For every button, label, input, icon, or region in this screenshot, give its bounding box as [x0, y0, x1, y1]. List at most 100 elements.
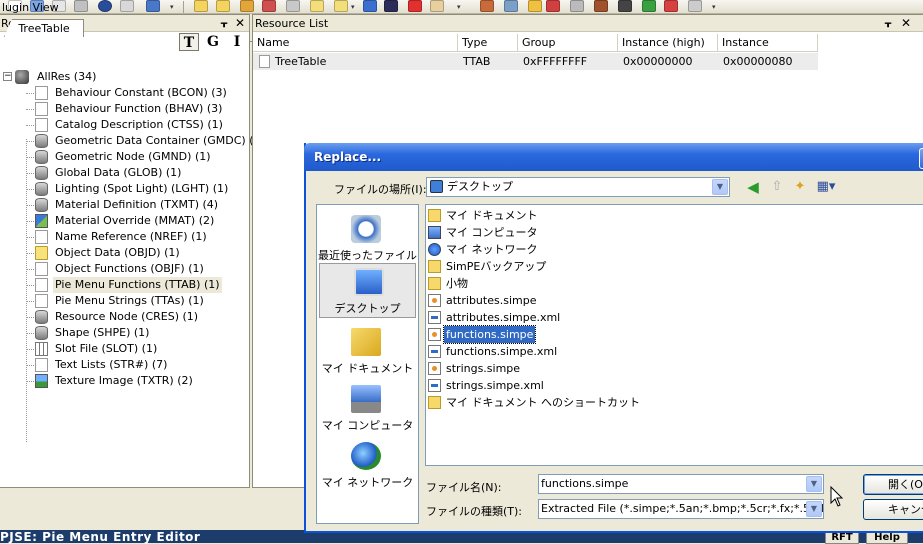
file-item[interactable]: マイ ドキュメント へのショートカット: [428, 394, 658, 411]
tree-item[interactable]: Slot File (SLOT) (1): [0, 341, 244, 357]
tree-item[interactable]: Texture Image (TXTR) (2): [0, 373, 244, 389]
cancel-button[interactable]: キャンセル: [863, 499, 923, 520]
binoculars-icon[interactable]: [120, 0, 134, 12]
views-menu-icon[interactable]: ▦▾: [814, 179, 838, 195]
pin-icon[interactable]: ᚁ: [217, 15, 231, 32]
close-icon[interactable]: ✕: [233, 15, 247, 32]
tree-item[interactable]: Geometric Node (GMND) (1): [0, 149, 244, 165]
chest-icon[interactable]: [594, 0, 608, 12]
export-icon[interactable]: [286, 0, 300, 12]
cloud-icon[interactable]: [688, 0, 702, 12]
open-button[interactable]: 開く(O): [863, 474, 923, 495]
tgi-button-g[interactable]: G: [203, 33, 223, 51]
scan-icon[interactable]: [504, 0, 518, 12]
flag-icon[interactable]: [546, 0, 560, 12]
file-item[interactable]: strings.simpe.xml: [428, 377, 658, 394]
pin-icon[interactable]: ᚁ: [881, 15, 895, 32]
filename-input[interactable]: functions.simpe ▼: [538, 474, 824, 494]
tree-item[interactable]: Pie Menu Strings (TTAs) (1): [0, 293, 244, 309]
close-icon[interactable]: ✕: [899, 15, 913, 32]
link-icon[interactable]: [363, 0, 377, 12]
tree-item[interactable]: Text Lists (STR#) (7): [0, 357, 244, 373]
package-icon[interactable]: [480, 0, 494, 12]
chevron-down-icon[interactable]: ▼: [712, 179, 728, 195]
collapse-icon[interactable]: −: [3, 72, 12, 81]
plugin-tab-treetable[interactable]: TreeTable: [4, 19, 84, 37]
tools-icon[interactable]: [570, 0, 584, 12]
back-icon[interactable]: ◀: [744, 179, 762, 195]
tree-item[interactable]: Behaviour Constant (BCON) (3): [0, 85, 244, 101]
up-folder-icon[interactable]: ⇧: [768, 179, 786, 195]
hat-icon[interactable]: [384, 0, 398, 12]
column-header-instance-high[interactable]: Instance (high): [618, 34, 718, 52]
file-item[interactable]: マイ ドキュメント: [428, 207, 658, 224]
folder-open-icon[interactable]: [194, 0, 208, 12]
file-item[interactable]: attributes.simpe.xml: [428, 309, 658, 326]
column-header-instance[interactable]: Instance: [718, 34, 818, 52]
toolbar-overflow-chevron[interactable]: ▾: [351, 3, 358, 12]
file-item[interactable]: functions.simpe: [428, 325, 658, 344]
tree-item[interactable]: Lighting (Spot Light) (LGHT) (1): [0, 181, 244, 197]
tree-item[interactable]: Resource Node (CRES) (1): [0, 309, 244, 325]
column-header-name[interactable]: Name: [253, 34, 458, 52]
tree-item[interactable]: Material Override (MMAT) (2): [0, 213, 244, 229]
tree-item[interactable]: Geometric Data Container (GMDC) (1): [0, 133, 265, 149]
camera-icon[interactable]: [618, 0, 632, 12]
tree-guide-line: [26, 221, 34, 222]
file-item[interactable]: 小物: [428, 275, 658, 292]
tree-item[interactable]: Material Definition (TXMT) (4): [0, 197, 244, 213]
folder-icon: [428, 209, 441, 222]
tree-item[interactable]: Behaviour Function (BHAV) (3): [0, 101, 244, 117]
look-in-combo[interactable]: デスクトップ ▼: [426, 177, 730, 197]
dialog-titlebar[interactable]: Replace... ?: [304, 143, 923, 171]
file-item[interactable]: functions.simpe.xml: [428, 343, 658, 360]
toolbar-overflow-chevron[interactable]: ▾: [170, 3, 177, 12]
tgi-button-t[interactable]: T: [179, 33, 199, 51]
tree-item[interactable]: Object Data (OBJD) (1): [0, 245, 244, 261]
file-name: functions.simpe.xml: [446, 345, 558, 358]
tree-item[interactable]: Shape (SHPE) (1): [0, 325, 244, 341]
tree-item[interactable]: Global Data (GLOB) (1): [0, 165, 244, 181]
place-my-documents[interactable]: マイ ドキュメント: [317, 324, 418, 379]
place-my-network[interactable]: マイ ネットワーク: [317, 438, 418, 493]
tag-icon[interactable]: [430, 0, 444, 12]
filetype-select[interactable]: Extracted File (*.simpe;*.5an;*.bmp;*.5c…: [538, 499, 824, 519]
help-icon[interactable]: ?: [919, 148, 923, 169]
close-package-icon[interactable]: [98, 0, 112, 12]
chevron-down-icon[interactable]: ▼: [806, 476, 822, 492]
file-item[interactable]: strings.simpe: [428, 360, 658, 377]
file-item[interactable]: SimPEバックアップ: [428, 258, 658, 275]
recent-icon[interactable]: [240, 0, 254, 12]
place-recent[interactable]: 最近使ったファイル: [317, 211, 418, 266]
column-header-group[interactable]: Group: [518, 34, 618, 52]
column-header-type[interactable]: Type: [458, 34, 518, 52]
shield-icon[interactable]: [528, 0, 542, 12]
resource-list-title: Resource List: [255, 17, 329, 30]
delete-icon[interactable]: [262, 0, 276, 12]
chevron-down-icon[interactable]: ▼: [806, 501, 822, 517]
info-icon[interactable]: [334, 0, 348, 12]
place-desktop[interactable]: デスクトップ: [319, 263, 416, 318]
neighborhood-icon[interactable]: [664, 0, 678, 12]
tree-item[interactable]: Pie Menu Functions (TTAB) (1): [0, 277, 244, 293]
tree-root-node[interactable]: − AllRes (34): [1, 69, 201, 85]
resource-row[interactable]: TreeTable TTAB 0xFFFFFFFF 0x00000000 0x0…: [253, 53, 818, 70]
new-folder-icon[interactable]: ✦: [791, 179, 809, 195]
tree-item-label: Behaviour Function (BHAV) (3): [55, 102, 223, 115]
place-my-computer[interactable]: マイ コンピュータ: [317, 381, 418, 436]
toolbar-overflow-chevron[interactable]: ▾: [712, 3, 719, 12]
recycle-icon[interactable]: [642, 0, 656, 12]
notes-icon[interactable]: [310, 0, 324, 12]
tgi-button-i[interactable]: I: [227, 33, 247, 51]
tree-item[interactable]: Name Reference (NREF) (1): [0, 229, 244, 245]
tree-item[interactable]: Object Functions (OBJF) (1): [0, 261, 244, 277]
file-item[interactable]: attributes.simpe: [428, 292, 658, 309]
save-as-icon[interactable]: [74, 0, 88, 12]
tree-item[interactable]: Catalog Description (CTSS) (1): [0, 117, 244, 133]
plugin-icon[interactable]: [146, 0, 160, 12]
remove-icon[interactable]: [408, 0, 422, 12]
file-item[interactable]: マイ コンピュータ: [428, 224, 658, 241]
folder-icon[interactable]: [216, 0, 230, 12]
file-item[interactable]: マイ ネットワーク: [428, 241, 658, 258]
toolbar-overflow-chevron[interactable]: ▾: [457, 3, 464, 12]
